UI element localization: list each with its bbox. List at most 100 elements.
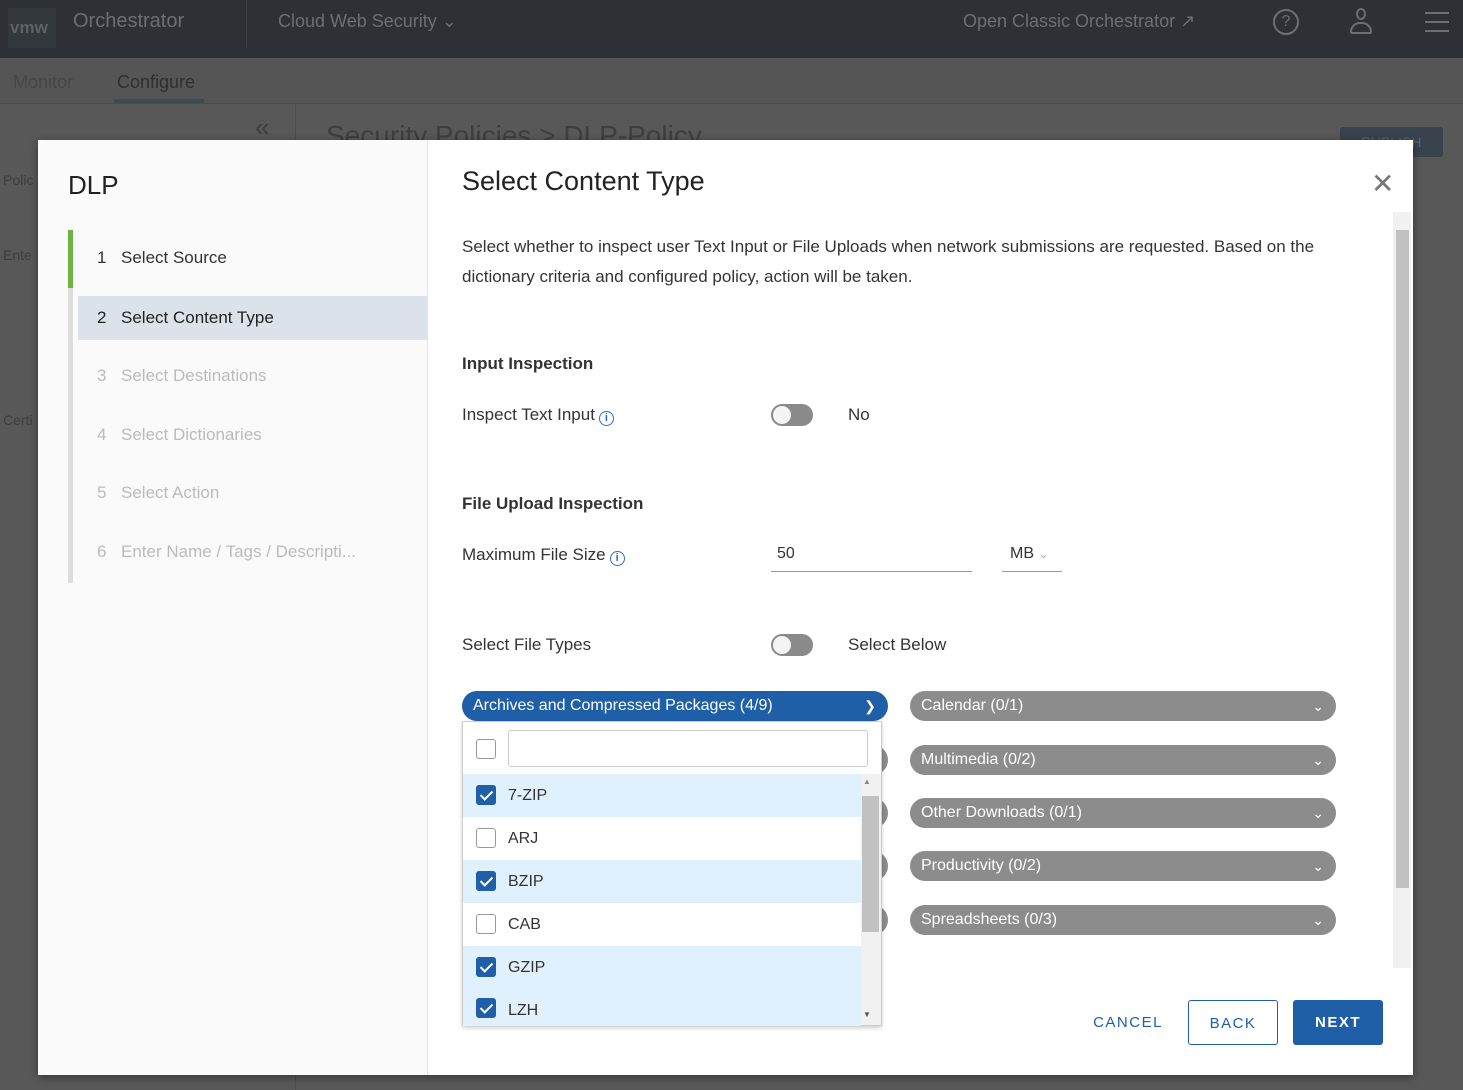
top-bar: vmw Orchestrator Cloud Web Security ⌄ Op… — [0, 0, 1463, 58]
category-label: Calendar (0/1) — [921, 697, 1024, 714]
input-inspection-heading: Input Inspection — [462, 354, 594, 373]
category-spreadsheets[interactable]: Spreadsheets (0/3) ⌄ — [910, 905, 1336, 935]
step-done-indicator — [68, 230, 73, 288]
max-size-input[interactable]: 50 — [771, 535, 972, 572]
chevron-down-icon: ⌄ — [1312, 805, 1324, 821]
checkbox[interactable] — [476, 785, 496, 805]
list-item[interactable]: 7-ZIP — [463, 774, 861, 817]
step-select-content-type[interactable]: 2 Select Content Type — [78, 296, 427, 340]
tab-monitor[interactable]: Monitor — [13, 72, 73, 93]
active-tab-indicator — [114, 99, 204, 103]
step-enter-name: 6 Enter Name / Tags / Descripti... — [78, 530, 427, 574]
step-label: Select Action — [121, 483, 220, 502]
collapse-icon[interactable]: « — [255, 112, 269, 143]
step-number: 4 — [97, 425, 107, 444]
list-item[interactable]: BZIP — [463, 860, 861, 903]
checkbox[interactable] — [476, 828, 496, 848]
checkbox[interactable] — [476, 914, 496, 934]
step-number: 5 — [97, 483, 107, 502]
back-button[interactable]: BACK — [1188, 1000, 1278, 1045]
step-label: Select Destinations — [121, 366, 267, 385]
wizard-steps-pane: DLP 1 Select Source 2 Select Content Type … — [38, 140, 428, 1075]
next-button[interactable]: NEXT — [1293, 1000, 1383, 1045]
app-title: Orchestrator — [73, 10, 185, 32]
chevron-down-icon: ⌄ — [1038, 547, 1049, 561]
checkbox[interactable] — [476, 957, 496, 977]
category-label: Spreadsheets (0/3) — [921, 911, 1058, 928]
item-label: ARJ — [508, 830, 539, 847]
wizard-title: DLP — [68, 170, 119, 200]
vmw-logo: vmw — [8, 8, 56, 48]
list-item[interactable]: CAB — [463, 903, 861, 946]
inspect-text-label: Inspect Text Input i — [462, 405, 614, 426]
menu-icon[interactable] — [1425, 12, 1449, 32]
select-all-checkbox[interactable] — [476, 739, 496, 759]
step-label: Select Dictionaries — [121, 425, 262, 444]
info-icon[interactable]: i — [609, 551, 625, 566]
step-select-source[interactable]: 1 Select Source — [78, 236, 427, 280]
list-item[interactable]: ARJ — [463, 817, 861, 860]
side-section-label: Ente — [3, 247, 32, 263]
step-select-destinations: 3 Select Destinations — [78, 354, 427, 398]
category-label: Other Downloads (0/1) — [921, 804, 1082, 821]
size-unit-value: MB — [1010, 545, 1034, 562]
file-upload-heading: File Upload Inspection — [462, 494, 644, 513]
size-unit-select[interactable]: MB ⌄ — [1002, 535, 1062, 572]
user-icon[interactable] — [1350, 8, 1372, 36]
product-name: Cloud Web Security — [278, 11, 437, 31]
category-other-downloads[interactable]: Other Downloads (0/1) ⌄ — [910, 798, 1336, 828]
step-number: 3 — [97, 366, 107, 385]
chevron-down-icon: ⌄ — [441, 11, 457, 31]
chevron-down-icon: ⌄ — [1312, 752, 1324, 768]
filter-input[interactable] — [508, 730, 868, 767]
side-section-label: Certi — [3, 412, 33, 428]
step-number: 1 — [97, 248, 107, 267]
file-types-toggle[interactable] — [771, 634, 813, 656]
category-archives[interactable]: Archives and Compressed Packages (4/9) ❯ — [462, 691, 888, 721]
step-number: 2 — [97, 308, 107, 327]
chevron-down-icon: ⌄ — [1312, 912, 1324, 928]
category-productivity[interactable]: Productivity (0/2) ⌄ — [910, 851, 1336, 881]
step-label: Select Content Type — [121, 308, 274, 327]
tab-configure[interactable]: Configure — [117, 72, 195, 93]
category-label: Multimedia (0/2) — [921, 751, 1036, 768]
product-switcher[interactable]: Cloud Web Security ⌄ — [278, 11, 457, 32]
item-label: 7-ZIP — [508, 787, 548, 804]
external-link-icon: ↗ — [1180, 11, 1196, 31]
file-types-label: Select File Types — [462, 635, 592, 654]
step-label: Enter Name / Tags / Descripti... — [121, 542, 356, 561]
checkbox[interactable] — [476, 871, 496, 891]
step-label: Select Source — [121, 248, 227, 267]
side-section-label: Polic — [3, 172, 34, 188]
max-size-text: Maximum File Size — [462, 545, 606, 564]
info-icon[interactable]: i — [598, 411, 614, 426]
list-item[interactable]: GZIP — [463, 946, 861, 989]
category-label: Productivity (0/2) — [921, 857, 1042, 874]
open-classic-link[interactable]: Open Classic Orchestrator ↗ — [963, 11, 1195, 32]
checkbox[interactable] — [476, 998, 496, 1018]
category-label: Archives and Compressed Packages (4/9) — [473, 697, 773, 714]
description: Select whether to inspect user Text Inpu… — [462, 237, 1315, 286]
dlp-wizard-modal: DLP 1 Select Source 2 Select Content Type … — [38, 140, 1413, 1075]
list-item[interactable]: LZH — [463, 989, 861, 1026]
category-multimedia[interactable]: Multimedia (0/2) ⌄ — [910, 745, 1336, 775]
divider — [246, 0, 247, 48]
scroll-down-icon[interactable]: ▼ — [863, 1010, 871, 1019]
inspect-text-toggle[interactable] — [771, 404, 813, 426]
close-icon[interactable]: ✕ — [1371, 170, 1394, 198]
max-size-label: Maximum File Size i — [462, 545, 625, 566]
scrollbar-thumb[interactable] — [862, 796, 879, 932]
scroll-up-icon[interactable]: ▲ — [863, 777, 871, 786]
modal-scrollbar[interactable] — [1393, 212, 1411, 968]
cancel-button[interactable]: CANCEL — [1078, 1000, 1178, 1045]
help-icon[interactable]: ? — [1273, 9, 1299, 35]
inspect-text-text: Inspect Text Input — [462, 405, 595, 424]
scrollbar-thumb[interactable] — [1396, 230, 1409, 888]
chevron-down-icon: ⌄ — [1312, 698, 1324, 714]
item-label: LZH — [508, 1002, 539, 1019]
category-calendar[interactable]: Calendar (0/1) ⌄ — [910, 691, 1336, 721]
dropdown-scrollbar[interactable]: ▲ ▼ — [861, 774, 881, 1025]
step-number: 6 — [97, 542, 107, 561]
chevron-down-icon: ❯ — [864, 698, 876, 714]
step-select-dictionaries: 4 Select Dictionaries — [78, 413, 427, 457]
